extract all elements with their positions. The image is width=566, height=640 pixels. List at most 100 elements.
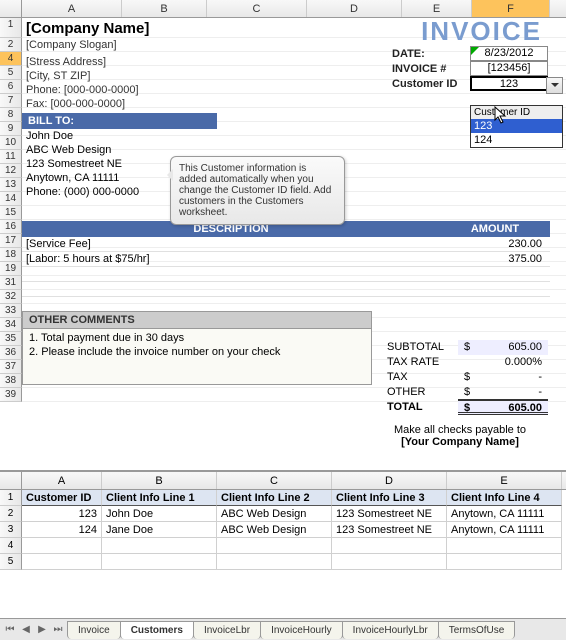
row-1[interactable]: 1 [0,18,22,38]
row-2[interactable]: 2 [0,38,22,52]
invoice-num-value[interactable]: [123456] [470,61,548,76]
other-value[interactable]: - [476,385,548,400]
row-10[interactable]: 10 [0,136,22,150]
row-13[interactable]: 13 [0,178,22,192]
tooltip-callout: This Customer information is added autom… [170,156,345,225]
cell[interactable]: Anytown, CA 11111 [447,506,562,522]
invoice-title: INVOICE [421,16,542,47]
header-line3[interactable]: Client Info Line 3 [332,490,447,506]
line-amount[interactable]: 230.00 [440,237,550,251]
row-16[interactable]: 16 [0,220,22,234]
cell[interactable]: 124 [22,522,102,538]
row-11[interactable]: 11 [0,150,22,164]
cell[interactable]: Jane Doe [102,522,217,538]
col-C[interactable]: C [207,0,307,17]
prev-sheet-icon[interactable]: ◀ [18,622,34,638]
row-4[interactable]: 4 [0,538,22,554]
row-35[interactable]: 35 [0,332,22,346]
line-item[interactable] [22,282,550,297]
row-12[interactable]: 12 [0,164,22,178]
taxrate-value[interactable]: 0.000% [476,355,548,370]
row-15[interactable]: 15 [0,206,22,220]
tab-termsofuse[interactable]: TermsOfUse [438,621,516,639]
col-A[interactable]: A [22,472,102,489]
row-8[interactable]: 8 [0,108,22,122]
line-item[interactable]: [Service Fee] 230.00 [22,237,550,252]
table-row[interactable]: 2 123 John Doe ABC Web Design 123 Somest… [0,506,566,522]
row-1[interactable]: 1 [0,490,22,506]
tab-invoicehourly[interactable]: InvoiceHourly [260,621,343,639]
currency: $ [458,370,476,385]
col-E[interactable]: E [447,472,562,489]
next-sheet-icon[interactable]: ▶ [34,622,50,638]
col-C[interactable]: C [217,472,332,489]
customer-id-value[interactable]: 123 [470,76,548,91]
taxrate-label: TAX RATE [383,355,458,370]
cell[interactable]: ABC Web Design [217,522,332,538]
row-6[interactable]: 6 [0,80,22,94]
last-sheet-icon[interactable]: ⏭ [50,622,66,638]
tax-value: - [476,370,548,385]
tab-invoice[interactable]: Invoice [67,621,121,639]
comments-body[interactable]: 1. Total payment due in 30 days 2. Pleas… [22,329,372,385]
worksheet-invoice: A B C D E F 1 2 4 5 6 7 8 9 10 11 12 13 … [0,0,566,402]
cell[interactable]: John Doe [102,506,217,522]
first-sheet-icon[interactable]: ⏮ [2,622,18,638]
select-all-corner[interactable] [0,472,22,489]
line-item[interactable] [22,267,550,282]
row-39[interactable]: 39 [0,388,22,402]
col-A[interactable]: A [22,0,122,17]
col-B[interactable]: B [102,472,217,489]
header-line4[interactable]: Client Info Line 4 [447,490,562,506]
col-E[interactable]: E [402,0,472,17]
row-19[interactable]: 19 [0,262,22,276]
cell[interactable]: 123 [22,506,102,522]
row-14[interactable]: 14 [0,192,22,206]
cell[interactable]: Anytown, CA 11111 [447,522,562,538]
row-7[interactable]: 7 [0,94,22,108]
dropdown-item[interactable]: 123 [471,119,562,133]
header-customer-id[interactable]: Customer ID [22,490,102,506]
row-2[interactable]: 2 [0,506,22,522]
col-D[interactable]: D [332,472,447,489]
header-line2[interactable]: Client Info Line 2 [217,490,332,506]
header-line1[interactable]: Client Info Line 1 [102,490,217,506]
dropdown-button[interactable] [546,77,563,94]
cell[interactable]: 123 Somestreet NE [332,506,447,522]
line-desc[interactable]: [Labor: 5 hours at $75/hr] [22,252,440,266]
row-34[interactable]: 34 [0,318,22,332]
tab-invoicehourlylbr[interactable]: InvoiceHourlyLbr [342,621,439,639]
customer-id-dropdown[interactable]: Customer ID 123 124 [470,105,563,148]
col-D[interactable]: D [307,0,402,17]
bill-to-header: BILL TO: [22,113,217,129]
row-3[interactable]: 3 [0,522,22,538]
line-item[interactable]: [Labor: 5 hours at $75/hr] 375.00 [22,252,550,267]
row-18[interactable]: 18 [0,248,22,262]
row-4[interactable]: 4 [0,52,22,66]
row-5[interactable]: 5 [0,66,22,80]
date-value[interactable]: 8/23/2012 [470,46,548,61]
row-9[interactable]: 9 [0,122,22,136]
col-F[interactable]: F [472,0,550,17]
table-row[interactable]: 3 124 Jane Doe ABC Web Design 123 Somest… [0,522,566,538]
row-17[interactable]: 17 [0,234,22,248]
select-all-corner[interactable] [0,0,22,17]
cell[interactable]: 123 Somestreet NE [332,522,447,538]
payable-block: Make all checks payable to [Your Company… [380,424,540,448]
line-desc[interactable]: [Service Fee] [22,237,440,251]
row-38[interactable]: 38 [0,374,22,388]
dropdown-item[interactable]: 124 [471,133,562,147]
row-32[interactable]: 32 [0,290,22,304]
tab-invoicelbr[interactable]: InvoiceLbr [193,621,261,639]
row-33[interactable]: 33 [0,304,22,318]
row-36[interactable]: 36 [0,346,22,360]
tab-customers[interactable]: Customers [120,621,194,639]
subtotal-label: SUBTOTAL [383,340,458,355]
col-B[interactable]: B [122,0,207,17]
line-amount[interactable]: 375.00 [440,252,550,266]
row-31[interactable]: 31 [0,276,22,290]
row-37[interactable]: 37 [0,360,22,374]
payable-company[interactable]: [Your Company Name] [380,436,540,448]
row-5[interactable]: 5 [0,554,22,570]
cell[interactable]: ABC Web Design [217,506,332,522]
